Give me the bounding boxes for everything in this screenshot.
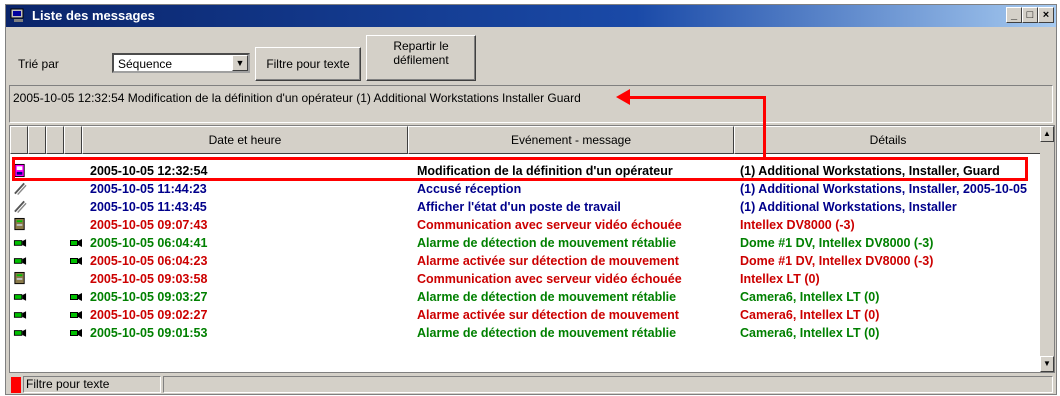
scroll-up-icon[interactable]: ▲ — [1040, 126, 1054, 142]
col-header-flag-3[interactable] — [64, 126, 82, 154]
selected-message-box: 2005-10-05 12:32:54 Modification de la d… — [9, 85, 1053, 123]
table-row[interactable]: 2005-10-05 06:04:23 Alarme activée sur dé… — [10, 252, 1040, 270]
annotation-arrow-line-vertical — [763, 96, 766, 159]
camera-icon — [13, 257, 27, 265]
col-header-date[interactable]: Date et heure — [82, 126, 408, 154]
table-row[interactable]: 2005-10-05 09:01:53 Alarme de détection d… — [10, 324, 1040, 342]
row-date: 2005-10-05 11:44:23 — [90, 182, 207, 196]
row-date: 2005-10-05 09:03:58 — [90, 272, 208, 286]
row-details: (1) Additional Workstations, Installer — [740, 200, 957, 214]
row-event: Afficher l'état d'un poste de travail — [417, 200, 621, 214]
pen-icon — [14, 200, 27, 214]
small-camera-icon — [70, 257, 82, 265]
window-title: Liste des messages — [32, 8, 155, 23]
row-details: Camera6, Intellex LT (0) — [740, 308, 880, 322]
row-details: Intellex DV8000 (-3) — [740, 218, 855, 232]
row-details: Intellex LT (0) — [740, 272, 820, 286]
row-event: Alarme activée sur détection de mouvemen… — [417, 254, 679, 268]
message-list-window: Liste des messages _ □ × Trié par Séquen… — [5, 4, 1057, 395]
scroll-down-icon[interactable]: ▼ — [1040, 356, 1054, 372]
row-details: (1) Additional Workstations, Installer, … — [740, 164, 1000, 178]
camera-icon — [13, 329, 27, 337]
col-header-flag-2[interactable] — [46, 126, 64, 154]
small-camera-icon — [70, 239, 82, 247]
row-event: Alarme de détection de mouvement rétabli… — [417, 236, 677, 250]
small-camera-icon — [70, 329, 82, 337]
restart-scroll-label-2: défilement — [393, 53, 449, 67]
row-event: Accusé réception — [417, 182, 522, 196]
camera-icon — [13, 293, 27, 301]
status-text: Filtre pour texte — [23, 376, 161, 393]
row-date: 2005-10-05 11:43:45 — [90, 200, 207, 214]
chevron-down-icon[interactable]: ▼ — [232, 55, 248, 71]
row-details: Dome #1 DV, Intellex DV8000 (-3) — [740, 254, 934, 268]
restart-scroll-button[interactable]: Repartir le défilement — [366, 35, 476, 81]
row-date: 2005-10-05 09:01:53 — [90, 326, 208, 340]
row-details: (1) Additional Workstations, Installer, … — [740, 182, 1027, 196]
pen-icon — [14, 182, 27, 196]
col-header-event[interactable]: Evénement - message — [408, 126, 734, 154]
app-icon — [10, 8, 24, 22]
text-filter-button[interactable]: Filtre pour texte — [255, 47, 361, 81]
sort-dropdown[interactable]: Séquence ▼ — [112, 53, 250, 73]
row-date: 2005-10-05 09:07:43 — [90, 218, 208, 232]
camera-icon — [13, 311, 27, 319]
status-bar: Filtre pour texte — [9, 375, 1055, 394]
title-bar[interactable]: Liste des messages _ □ × — [6, 5, 1056, 27]
col-header-details[interactable]: Détails — [734, 126, 1042, 154]
row-details: Dome #1 DV, Intellex DV8000 (-3) — [740, 236, 934, 250]
toolbar: Trié par Séquence ▼ Filtre pour texte Re… — [6, 27, 1056, 83]
message-list: Date et heure Evénement - message Détail… — [9, 125, 1055, 373]
restart-scroll-label-1: Repartir le — [393, 39, 449, 53]
sort-value: Séquence — [118, 57, 173, 71]
row-event: Alarme de détection de mouvement rétabli… — [417, 326, 677, 340]
annotation-arrow-head — [616, 89, 630, 105]
sort-label: Trié par — [18, 57, 59, 71]
annotation-arrow-line-horizontal — [626, 96, 766, 99]
col-header-icon[interactable] — [10, 126, 28, 154]
row-date: 2005-10-05 09:03:27 — [90, 290, 208, 304]
table-row[interactable]: 2005-10-05 11:44:23 Accusé réception (1) A… — [10, 180, 1040, 198]
small-camera-icon — [70, 311, 82, 319]
table-row[interactable]: 2005-10-05 09:07:43 Communication avec se… — [10, 216, 1040, 234]
row-date: 2005-10-05 06:04:23 — [90, 254, 208, 268]
table-row[interactable]: 2005-10-05 09:03:27 Alarme de détection d… — [10, 288, 1040, 306]
status-indicator — [11, 377, 21, 393]
minimize-button[interactable]: _ — [1006, 7, 1022, 23]
table-row[interactable]: 2005-10-05 06:04:41 Alarme de détection d… — [10, 234, 1040, 252]
row-event: Modification de la définition d'un opéra… — [417, 164, 673, 178]
operator-icon — [14, 163, 25, 178]
maximize-button[interactable]: □ — [1022, 7, 1038, 23]
table-row[interactable]: 2005-10-05 12:32:54 Modification de la dé… — [10, 162, 1040, 180]
small-camera-icon — [70, 293, 82, 301]
row-date: 2005-10-05 12:32:54 — [90, 164, 208, 178]
row-event: Communication avec serveur vidéo échouée — [417, 218, 682, 232]
row-date: 2005-10-05 06:04:41 — [90, 236, 208, 250]
status-pane-empty — [163, 376, 1053, 393]
server-icon — [14, 217, 25, 231]
camera-icon — [13, 239, 27, 247]
row-event: Alarme activée sur détection de mouvemen… — [417, 308, 679, 322]
row-details: Camera6, Intellex LT (0) — [740, 290, 880, 304]
row-event: Alarme de détection de mouvement rétabli… — [417, 290, 677, 304]
row-details: Camera6, Intellex LT (0) — [740, 326, 880, 340]
server-icon — [14, 271, 25, 285]
close-button[interactable]: × — [1038, 7, 1054, 23]
vertical-scrollbar[interactable]: ▲ ▼ — [1040, 126, 1054, 372]
table-row[interactable]: 2005-10-05 09:02:27 Alarme activée sur dé… — [10, 306, 1040, 324]
table-row[interactable]: 2005-10-05 11:43:45 Afficher l'état d'un … — [10, 198, 1040, 216]
selected-message-text: 2005-10-05 12:32:54 Modification de la d… — [13, 91, 581, 105]
table-row[interactable]: 2005-10-05 09:03:58 Communication avec se… — [10, 270, 1040, 288]
row-date: 2005-10-05 09:02:27 — [90, 308, 208, 322]
col-header-flag-1[interactable] — [28, 126, 46, 154]
row-event: Communication avec serveur vidéo échouée — [417, 272, 682, 286]
